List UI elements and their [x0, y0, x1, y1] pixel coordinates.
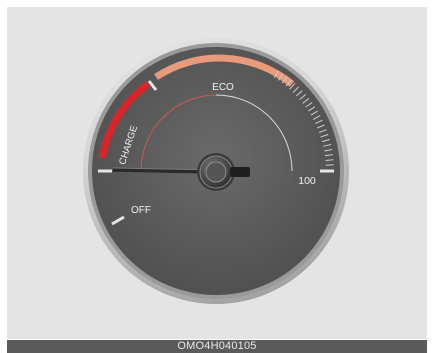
- max-value-label: 100: [298, 175, 316, 187]
- gauge-hub-cap: [205, 161, 227, 183]
- image-code-caption: OMO4H040105: [7, 340, 427, 353]
- power-gauge: ECO CHARGE OFF 100: [83, 38, 349, 304]
- off-label: OFF: [131, 205, 151, 216]
- eco-label: ECO: [212, 82, 234, 93]
- needle-counterweight: [230, 167, 250, 177]
